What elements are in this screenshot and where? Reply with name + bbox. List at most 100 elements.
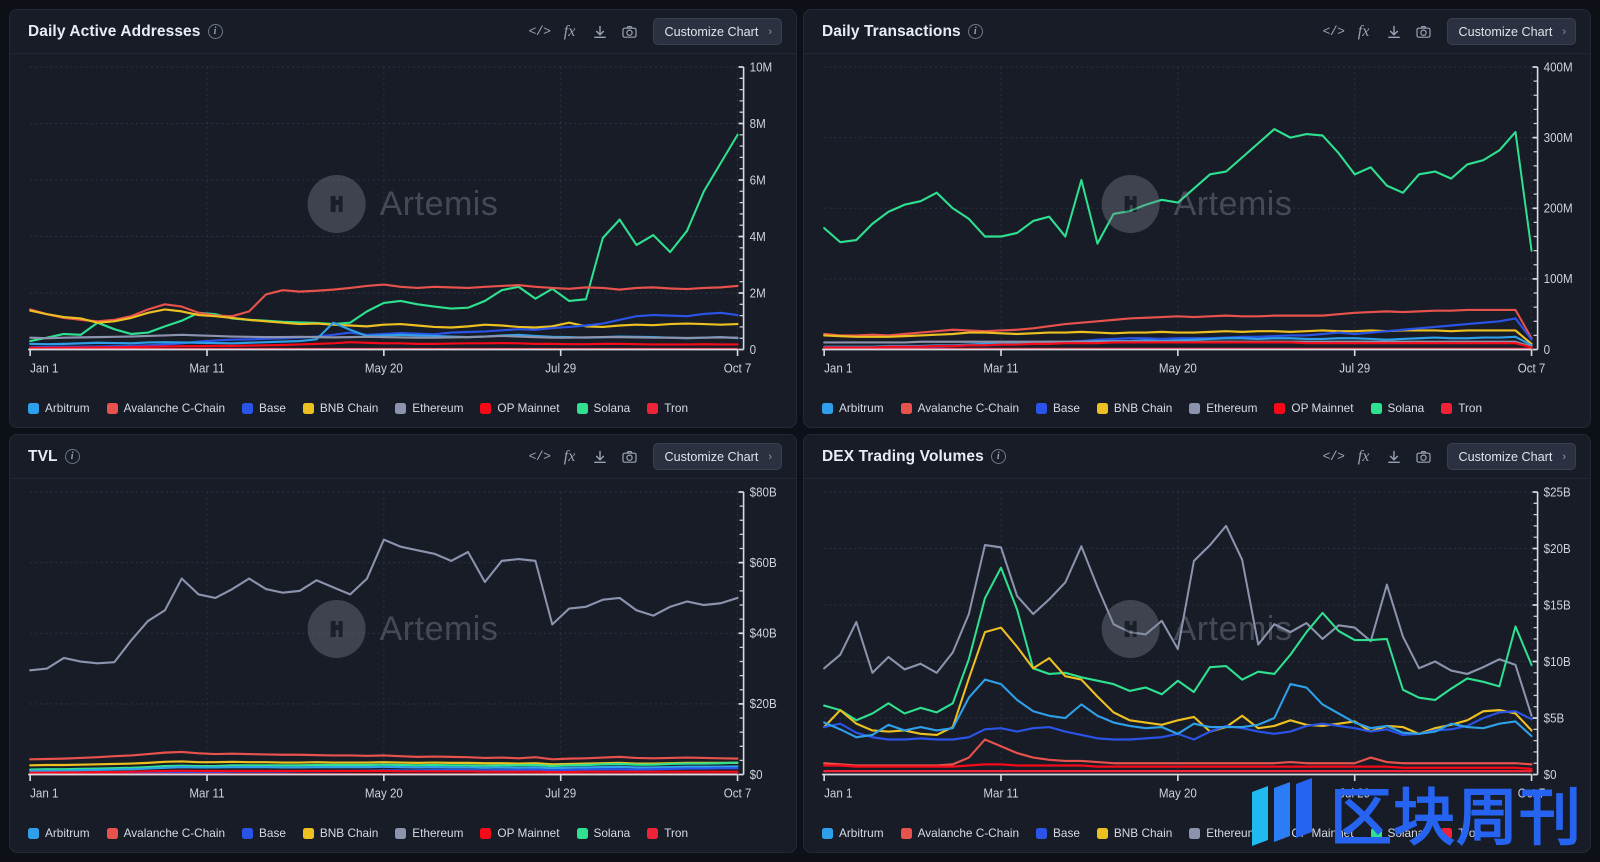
customize-chart-button[interactable]: Customize Chart › xyxy=(652,443,782,470)
chart-legend[interactable]: Arbitrum Avalanche C-Chain Base BNB Chain Et… xyxy=(10,395,796,427)
chart-canvas[interactable]: $0 $20B $40B $60B $80B Jan 1 Mar 11 May 20 Jul 2… xyxy=(10,479,796,820)
legend-item-solana[interactable]: Solana xyxy=(1370,401,1424,415)
formula-icon[interactable]: fx xyxy=(1349,18,1379,46)
legend-item-op-mainnet[interactable]: OP Mainnet xyxy=(480,826,560,840)
svg-text:Oct 7: Oct 7 xyxy=(724,786,752,800)
svg-text:Mar 11: Mar 11 xyxy=(189,786,224,800)
legend-label: Arbitrum xyxy=(45,401,90,415)
camera-icon[interactable] xyxy=(615,443,645,471)
code-icon[interactable]: </> xyxy=(525,443,555,471)
download-icon[interactable] xyxy=(585,18,615,46)
legend-item-ethereum[interactable]: Ethereum xyxy=(1189,401,1257,415)
download-icon[interactable] xyxy=(585,443,615,471)
svg-text:6M: 6M xyxy=(750,173,766,187)
legend-item-op-mainnet[interactable]: OP Mainnet xyxy=(1274,401,1354,415)
legend-item-avalanche-c-chain[interactable]: Avalanche C-Chain xyxy=(106,401,226,415)
legend-item-tron[interactable]: Tron xyxy=(647,826,688,840)
svg-text:0: 0 xyxy=(750,342,757,356)
chart-canvas[interactable]: $0 $5B $10B $15B $20B $25B Jan 1 Mar 11 May 20 Ju… xyxy=(804,479,1590,820)
formula-icon[interactable]: fx xyxy=(555,443,585,471)
legend-item-ethereum[interactable]: Ethereum xyxy=(395,401,463,415)
svg-text:Mar 11: Mar 11 xyxy=(189,361,224,375)
legend-item-arbitrum[interactable]: Arbitrum xyxy=(28,826,90,840)
legend-label: Tron xyxy=(1458,826,1483,840)
legend-swatch-icon xyxy=(647,827,659,839)
legend-item-base[interactable]: Base xyxy=(1036,401,1080,415)
download-icon[interactable] xyxy=(1379,18,1409,46)
legend-item-solana[interactable]: Solana xyxy=(576,826,630,840)
info-icon[interactable]: i xyxy=(207,24,223,39)
customize-chart-button[interactable]: Customize Chart › xyxy=(652,18,782,45)
camera-icon[interactable] xyxy=(1409,443,1439,471)
svg-text:$15B: $15B xyxy=(1544,598,1571,612)
camera-icon[interactable] xyxy=(1409,18,1439,46)
chart-area[interactable]: 0 100M 200M 300M 400M Jan 1 Mar 11 May 20 Jul 29… xyxy=(804,54,1590,395)
legend-item-bnb-chain[interactable]: BNB Chain xyxy=(302,826,378,840)
camera-icon[interactable] xyxy=(615,18,645,46)
page-title: Daily Transactions xyxy=(822,22,961,40)
info-icon[interactable]: i xyxy=(990,449,1006,464)
panel-header: TVL i </> fx Customize Chart › xyxy=(10,435,796,479)
download-icon[interactable] xyxy=(1379,443,1409,471)
chart-area[interactable]: $0 $20B $40B $60B $80B Jan 1 Mar 11 May 20 Jul 2… xyxy=(10,479,796,820)
info-icon[interactable]: i xyxy=(967,24,983,39)
legend-label: Base xyxy=(1053,401,1080,415)
legend-item-avalanche-c-chain[interactable]: Avalanche C-Chain xyxy=(106,826,225,840)
svg-text:Jul 29: Jul 29 xyxy=(545,361,576,375)
chart-legend[interactable]: Arbitrum Avalanche C-Chain Base BNB Chain Et… xyxy=(804,395,1590,427)
code-icon[interactable]: </> xyxy=(525,18,555,46)
info-icon[interactable]: i xyxy=(64,449,80,464)
customize-chart-button[interactable]: Customize Chart › xyxy=(1446,18,1576,45)
code-icon[interactable]: </> xyxy=(1319,18,1349,46)
chart-area[interactable]: 0 2M 4M 6M 8M 10M Jan 1 Mar 11 May 20 Jul 29 Oct 7… xyxy=(10,54,796,395)
chevron-right-icon: › xyxy=(1562,450,1566,463)
legend-item-ethereum[interactable]: Ethereum xyxy=(1189,826,1257,840)
panel-header: Daily Active Addresses i </> fx Customiz… xyxy=(10,10,796,54)
svg-text:$0: $0 xyxy=(750,767,763,781)
chart-legend[interactable]: Arbitrum Avalanche C-Chain Base BNB Chain Et… xyxy=(10,820,796,852)
legend-item-op-mainnet[interactable]: OP Mainnet xyxy=(480,401,560,415)
legend-item-base[interactable]: Base xyxy=(242,826,286,840)
chart-canvas[interactable]: 0 100M 200M 300M 400M Jan 1 Mar 11 May 20 Jul 29… xyxy=(804,54,1590,395)
legend-item-bnb-chain[interactable]: BNB Chain xyxy=(302,401,379,415)
legend-item-op-mainnet[interactable]: OP Mainnet xyxy=(1274,826,1354,840)
customize-chart-button[interactable]: Customize Chart › xyxy=(1446,443,1576,470)
customize-chart-label: Customize Chart xyxy=(1458,24,1553,39)
legend-item-arbitrum[interactable]: Arbitrum xyxy=(822,401,884,415)
legend-label: Tron xyxy=(664,826,689,840)
formula-icon[interactable]: fx xyxy=(555,18,585,46)
legend-item-tron[interactable]: Tron xyxy=(1441,826,1482,840)
legend-label: Arbitrum xyxy=(839,826,884,840)
chart-area[interactable]: $0 $5B $10B $15B $20B $25B Jan 1 Mar 11 May 20 Ju… xyxy=(804,479,1590,820)
legend-item-ethereum[interactable]: Ethereum xyxy=(395,826,463,840)
legend-swatch-icon xyxy=(1036,402,1048,414)
page-title: TVL xyxy=(28,447,58,465)
legend-swatch-icon xyxy=(900,827,912,839)
legend-item-base[interactable]: Base xyxy=(242,401,286,415)
legend-item-arbitrum[interactable]: Arbitrum xyxy=(822,826,884,840)
legend-item-arbitrum[interactable]: Arbitrum xyxy=(28,401,90,415)
customize-chart-label: Customize Chart xyxy=(664,24,759,39)
legend-item-avalanche-c-chain[interactable]: Avalanche C-Chain xyxy=(900,826,1019,840)
svg-text:$25B: $25B xyxy=(1544,485,1571,499)
chart-canvas[interactable]: 0 2M 4M 6M 8M 10M Jan 1 Mar 11 May 20 Jul 29 Oct 7 xyxy=(10,54,796,395)
svg-text:Jan 1: Jan 1 xyxy=(824,786,853,800)
legend-label: Avalanche C-Chain xyxy=(123,401,226,415)
legend-item-base[interactable]: Base xyxy=(1036,826,1080,840)
chart-legend[interactable]: Arbitrum Avalanche C-Chain Base BNB Chain Et… xyxy=(804,820,1590,852)
legend-item-tron[interactable]: Tron xyxy=(1441,401,1482,415)
legend-item-tron[interactable]: Tron xyxy=(647,401,688,415)
legend-item-bnb-chain[interactable]: BNB Chain xyxy=(1096,401,1172,415)
legend-item-bnb-chain[interactable]: BNB Chain xyxy=(1096,826,1172,840)
legend-item-solana[interactable]: Solana xyxy=(1370,826,1424,840)
legend-label: BNB Chain xyxy=(319,401,379,415)
panel-daily-active-addresses: Daily Active Addresses i </> fx Customiz… xyxy=(9,9,797,428)
svg-text:$10B: $10B xyxy=(1544,654,1571,668)
legend-label: OP Mainnet xyxy=(1291,826,1354,840)
svg-text:Jan 1: Jan 1 xyxy=(30,361,59,375)
code-icon[interactable]: </> xyxy=(1319,443,1349,471)
legend-item-solana[interactable]: Solana xyxy=(576,401,630,415)
formula-icon[interactable]: fx xyxy=(1349,443,1379,471)
legend-label: Tron xyxy=(1458,401,1483,415)
legend-item-avalanche-c-chain[interactable]: Avalanche C-Chain xyxy=(900,401,1019,415)
